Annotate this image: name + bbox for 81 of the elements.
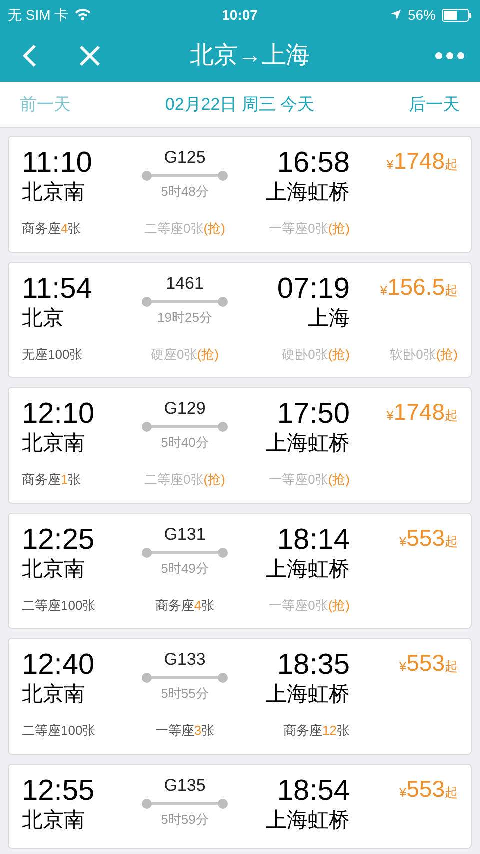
route-line-icon <box>141 296 229 308</box>
seat-availability: 一等座0张(抢) <box>269 596 350 615</box>
train-card[interactable]: 12:10 北京南 G129 5时40分 17:50 上海虹桥 ¥1748起 商务座1张 二等座0张(抢) 一等座0张(抢) <box>8 387 472 504</box>
travel-duration: 5时49分 <box>161 560 209 578</box>
departure-station: 北京 <box>22 306 65 332</box>
arrival-time: 16:58 <box>277 147 350 179</box>
seat-availability: 硬卧0张(抢) <box>282 346 350 364</box>
seat-availability: 软卧0张(抢) <box>390 346 458 364</box>
arrival-time: 07:19 <box>277 272 350 304</box>
train-number: G135 <box>164 774 206 796</box>
more-icon <box>435 52 465 60</box>
departure-station: 北京南 <box>22 431 86 457</box>
travel-duration: 5时40分 <box>161 434 209 452</box>
ticket-price: ¥1748起 <box>386 147 458 176</box>
arrival-station: 上海虹桥 <box>266 808 350 834</box>
ticket-price: ¥553起 <box>399 774 458 804</box>
seat-availability: 商务座12张 <box>284 722 350 740</box>
page-title: 北京→上海 <box>189 41 311 71</box>
seat-availability: 一等座0张(抢) <box>269 471 350 489</box>
route-line-icon <box>141 170 229 182</box>
location-arrow-icon <box>390 9 402 21</box>
travel-duration: 5时55分 <box>161 685 209 703</box>
ticket-price: ¥1748起 <box>386 398 458 427</box>
train-card[interactable]: 12:40 北京南 G133 5时55分 18:35 上海虹桥 ¥553起 二等座100张 一等座3张 商务座12张 <box>8 638 472 754</box>
departure-station: 北京南 <box>22 556 86 582</box>
arrival-station: 上海虹桥 <box>266 180 350 206</box>
battery-icon <box>442 8 472 22</box>
seat-availability: 二等座100张 <box>22 722 96 740</box>
carrier-label: 无 SIM 卡 <box>8 6 69 24</box>
ticket-price: ¥156.5起 <box>380 272 458 302</box>
seat-availability: 商务座4张 <box>155 596 215 614</box>
clock-time: 10:07 <box>222 6 258 24</box>
arrival-time: 18:14 <box>277 524 350 556</box>
travel-duration: 5时48分 <box>161 183 209 201</box>
seat-availability: 一等座0张(抢) <box>269 220 350 238</box>
seat-availability: 商务座1张 <box>22 471 82 489</box>
route-line-icon <box>141 672 229 684</box>
seat-availability: 无座100张 <box>22 346 83 364</box>
route-line-icon <box>141 546 229 558</box>
arrival-time: 18:54 <box>277 774 350 806</box>
seat-availability: 二等座0张(抢) <box>144 220 226 238</box>
departure-time: 12:25 <box>22 524 96 556</box>
departure-time: 12:40 <box>22 649 96 681</box>
train-number: G125 <box>164 147 206 169</box>
seat-availability: 硬座0张(抢) <box>151 346 219 364</box>
battery-percent: 56% <box>408 6 436 24</box>
ticket-price: ¥553起 <box>399 524 458 552</box>
train-card[interactable]: 12:25 北京南 G131 5时49分 18:14 上海虹桥 ¥553起 二等座100张 商务座4张 一等座0张(抢) <box>8 512 472 629</box>
train-number: G129 <box>164 398 206 420</box>
departure-time: 11:10 <box>22 147 94 179</box>
route-line-icon <box>141 421 229 433</box>
arrival-station: 上海虹桥 <box>266 556 350 582</box>
arrival-time: 18:35 <box>277 649 350 681</box>
departure-station: 北京南 <box>22 808 86 834</box>
arrival-station: 上海虹桥 <box>266 682 350 708</box>
arrival-time: 17:50 <box>277 398 350 430</box>
travel-duration: 5时59分 <box>161 810 209 828</box>
train-card[interactable]: 11:54 北京 1461 19时25分 07:19 上海 ¥156.5起 无座100张 硬座0张(抢) 硬卧0张(抢) 软卧0张(抢) <box>8 262 472 378</box>
departure-time: 12:10 <box>22 398 96 430</box>
close-icon <box>79 45 101 67</box>
wifi-icon <box>74 9 91 21</box>
seat-availability: 商务座4张 <box>22 220 82 238</box>
train-number: G133 <box>164 649 206 671</box>
arrival-station: 上海 <box>308 306 350 332</box>
back-chevron-icon <box>23 44 37 68</box>
train-number: 1461 <box>166 272 204 294</box>
train-card[interactable]: 11:10 北京南 G125 5时48分 16:58 上海虹桥 ¥1748起 商务座4张 二等座0张(抢) 一等座0张(抢) <box>8 136 472 252</box>
departure-station: 北京南 <box>22 682 86 708</box>
departure-time: 12:55 <box>22 774 96 806</box>
seat-availability: 二等座100张 <box>22 596 96 614</box>
arrival-station: 上海虹桥 <box>266 431 350 457</box>
departure-time: 11:54 <box>22 272 94 304</box>
seat-availability: 二等座0张(抢) <box>144 471 226 489</box>
travel-duration: 19时25分 <box>158 308 212 326</box>
ticket-price: ¥553起 <box>399 649 458 678</box>
seat-availability: 一等座3张 <box>155 722 215 740</box>
train-number: G131 <box>164 524 206 546</box>
current-date: 02月22日 周三 今天 <box>165 94 315 116</box>
route-line-icon <box>141 798 229 810</box>
train-card[interactable]: 12:55 北京南 G135 5时59分 18:54 上海虹桥 ¥553起 <box>8 764 472 848</box>
departure-station: 北京南 <box>22 180 86 206</box>
